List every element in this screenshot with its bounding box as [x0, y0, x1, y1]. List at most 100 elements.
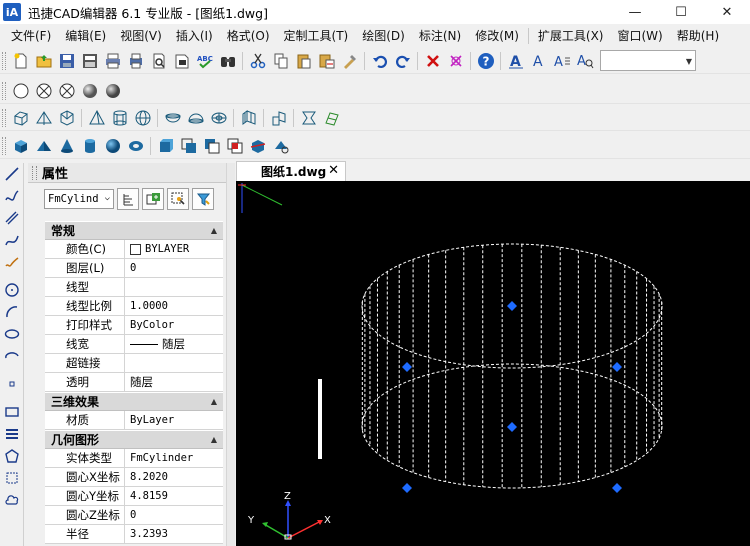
object-type-select[interactable]: FmCylind ⌵	[44, 189, 114, 209]
paste-icon[interactable]	[292, 50, 315, 72]
collapse-icon[interactable]: ▲	[211, 226, 217, 235]
close-tab-icon[interactable]: ✕	[328, 163, 339, 178]
property-row[interactable]: 圆心X坐标 8.2020	[45, 468, 223, 487]
hidden-icon[interactable]	[55, 80, 78, 102]
property-value[interactable]: ByColor	[125, 316, 223, 334]
collapse-icon[interactable]: ▲	[211, 397, 217, 406]
spell-check-icon[interactable]: ABC	[193, 50, 216, 72]
property-row[interactable]: 颜色(C) BYLAYER	[45, 240, 223, 259]
box-solid-icon[interactable]	[9, 135, 32, 157]
point-icon[interactable]	[1, 373, 23, 395]
property-value[interactable]: 0	[125, 506, 223, 524]
spline-icon[interactable]	[1, 229, 23, 251]
property-value[interactable]: 随层	[125, 373, 223, 391]
menu-dimension[interactable]: 标注(N)	[412, 27, 468, 44]
ellipse-icon[interactable]	[1, 323, 23, 345]
menu-window[interactable]: 窗口(W)	[611, 27, 670, 44]
toolbar-grip[interactable]	[2, 81, 6, 100]
property-value[interactable]: BYLAYER	[125, 240, 223, 258]
section-geometry[interactable]: 几何图形 ▲	[45, 430, 223, 449]
property-row[interactable]: 打印样式 ByColor	[45, 316, 223, 335]
print-icon[interactable]	[101, 50, 124, 72]
quick-select-icon[interactable]	[167, 188, 189, 210]
copy-icon[interactable]	[269, 50, 292, 72]
property-row[interactable]: 透明 随层	[45, 373, 223, 392]
wireframe-3d-icon[interactable]	[32, 80, 55, 102]
wedge-solid-icon[interactable]	[32, 135, 55, 157]
batch-print-icon[interactable]	[124, 50, 147, 72]
close-button[interactable]: ✕	[704, 0, 750, 24]
property-row[interactable]: 线型	[45, 278, 223, 297]
extrude-icon[interactable]	[154, 135, 177, 157]
open-folder-icon[interactable]	[32, 50, 55, 72]
model-space[interactable]: Z X Y	[236, 181, 750, 546]
drawing-canvas[interactable]: Z X Y	[236, 181, 750, 546]
panel-grip[interactable]	[32, 165, 37, 180]
publish-icon[interactable]	[170, 50, 193, 72]
property-row[interactable]: 圆心Z坐标 0	[45, 506, 223, 525]
subtract-icon[interactable]	[200, 135, 223, 157]
find-binoculars-icon[interactable]	[216, 50, 239, 72]
collapse-icon[interactable]: ▲	[211, 435, 217, 444]
multiline-icon[interactable]	[1, 207, 23, 229]
menu-view[interactable]: 视图(V)	[113, 27, 169, 44]
3d-face-icon[interactable]	[267, 107, 290, 129]
property-row[interactable]: 半径 3.2393	[45, 525, 223, 544]
filter-icon[interactable]	[192, 188, 214, 210]
region-icon[interactable]	[1, 467, 23, 489]
toolbar-grip[interactable]	[2, 51, 6, 70]
panel-splitter[interactable]	[226, 163, 235, 546]
toggle-pickadd-icon[interactable]	[117, 188, 139, 210]
edge-surface-icon[interactable]	[320, 107, 343, 129]
dome-wire-icon[interactable]	[184, 107, 207, 129]
wireframe-2d-icon[interactable]	[9, 80, 32, 102]
arc-icon[interactable]	[1, 301, 23, 323]
elliptical-arc-icon[interactable]	[1, 345, 23, 367]
freehand-icon[interactable]	[1, 251, 23, 273]
delete-icon[interactable]	[421, 50, 444, 72]
find-text-icon[interactable]: A	[573, 50, 596, 72]
text-style-combo[interactable]: ▼	[600, 50, 696, 71]
save-as-icon[interactable]	[78, 50, 101, 72]
intersect-icon[interactable]	[223, 135, 246, 157]
property-value[interactable]: 0	[125, 259, 223, 277]
cylinder-solid-icon[interactable]	[78, 135, 101, 157]
mesh-wire-icon[interactable]	[237, 107, 260, 129]
revolve-surface-icon[interactable]	[297, 107, 320, 129]
hatch-icon[interactable]	[1, 423, 23, 445]
revision-cloud-icon[interactable]	[1, 489, 23, 511]
multiline-text-icon[interactable]: A	[550, 50, 573, 72]
single-line-text-icon[interactable]: A	[527, 50, 550, 72]
section-3d-effects[interactable]: 三维效果 ▲	[45, 392, 223, 411]
property-row[interactable]: 实体类型 FmCylinder	[45, 449, 223, 468]
wedge-wire-icon[interactable]	[32, 107, 55, 129]
section-icon[interactable]	[269, 135, 292, 157]
property-value[interactable]	[125, 278, 223, 296]
match-properties-icon[interactable]	[338, 50, 361, 72]
menu-extensions[interactable]: 扩展工具(X)	[531, 27, 611, 44]
property-row[interactable]: 圆心Y坐标 4.8159	[45, 487, 223, 506]
select-objects-icon[interactable]	[142, 188, 164, 210]
minimize-button[interactable]: —	[612, 0, 658, 24]
tab-drawing[interactable]: 图纸1.dwg ✕	[236, 161, 346, 181]
shaded-icon[interactable]	[78, 80, 101, 102]
torus-wire-icon[interactable]	[207, 107, 230, 129]
property-row[interactable]: 线型比例 1.0000	[45, 297, 223, 316]
menu-file[interactable]: 文件(F)	[4, 27, 58, 44]
torus-solid-icon[interactable]	[124, 135, 147, 157]
menu-format[interactable]: 格式(O)	[220, 27, 277, 44]
property-value[interactable]: 8.2020	[125, 468, 223, 486]
cut-icon[interactable]	[246, 50, 269, 72]
circle-icon[interactable]	[1, 279, 23, 301]
union-icon[interactable]	[177, 135, 200, 157]
property-value[interactable]	[125, 354, 223, 372]
undo-icon[interactable]	[368, 50, 391, 72]
menu-custom-tools[interactable]: 定制工具(T)	[277, 27, 356, 44]
dish-wire-icon[interactable]	[161, 107, 184, 129]
property-value[interactable]: 1.0000	[125, 297, 223, 315]
box-wire-icon[interactable]	[9, 107, 32, 129]
toolbar-grip[interactable]	[2, 136, 6, 155]
section-general[interactable]: 常规 ▲	[45, 221, 223, 240]
menu-modify[interactable]: 修改(M)	[468, 27, 526, 44]
property-row[interactable]: 图层(L) 0	[45, 259, 223, 278]
